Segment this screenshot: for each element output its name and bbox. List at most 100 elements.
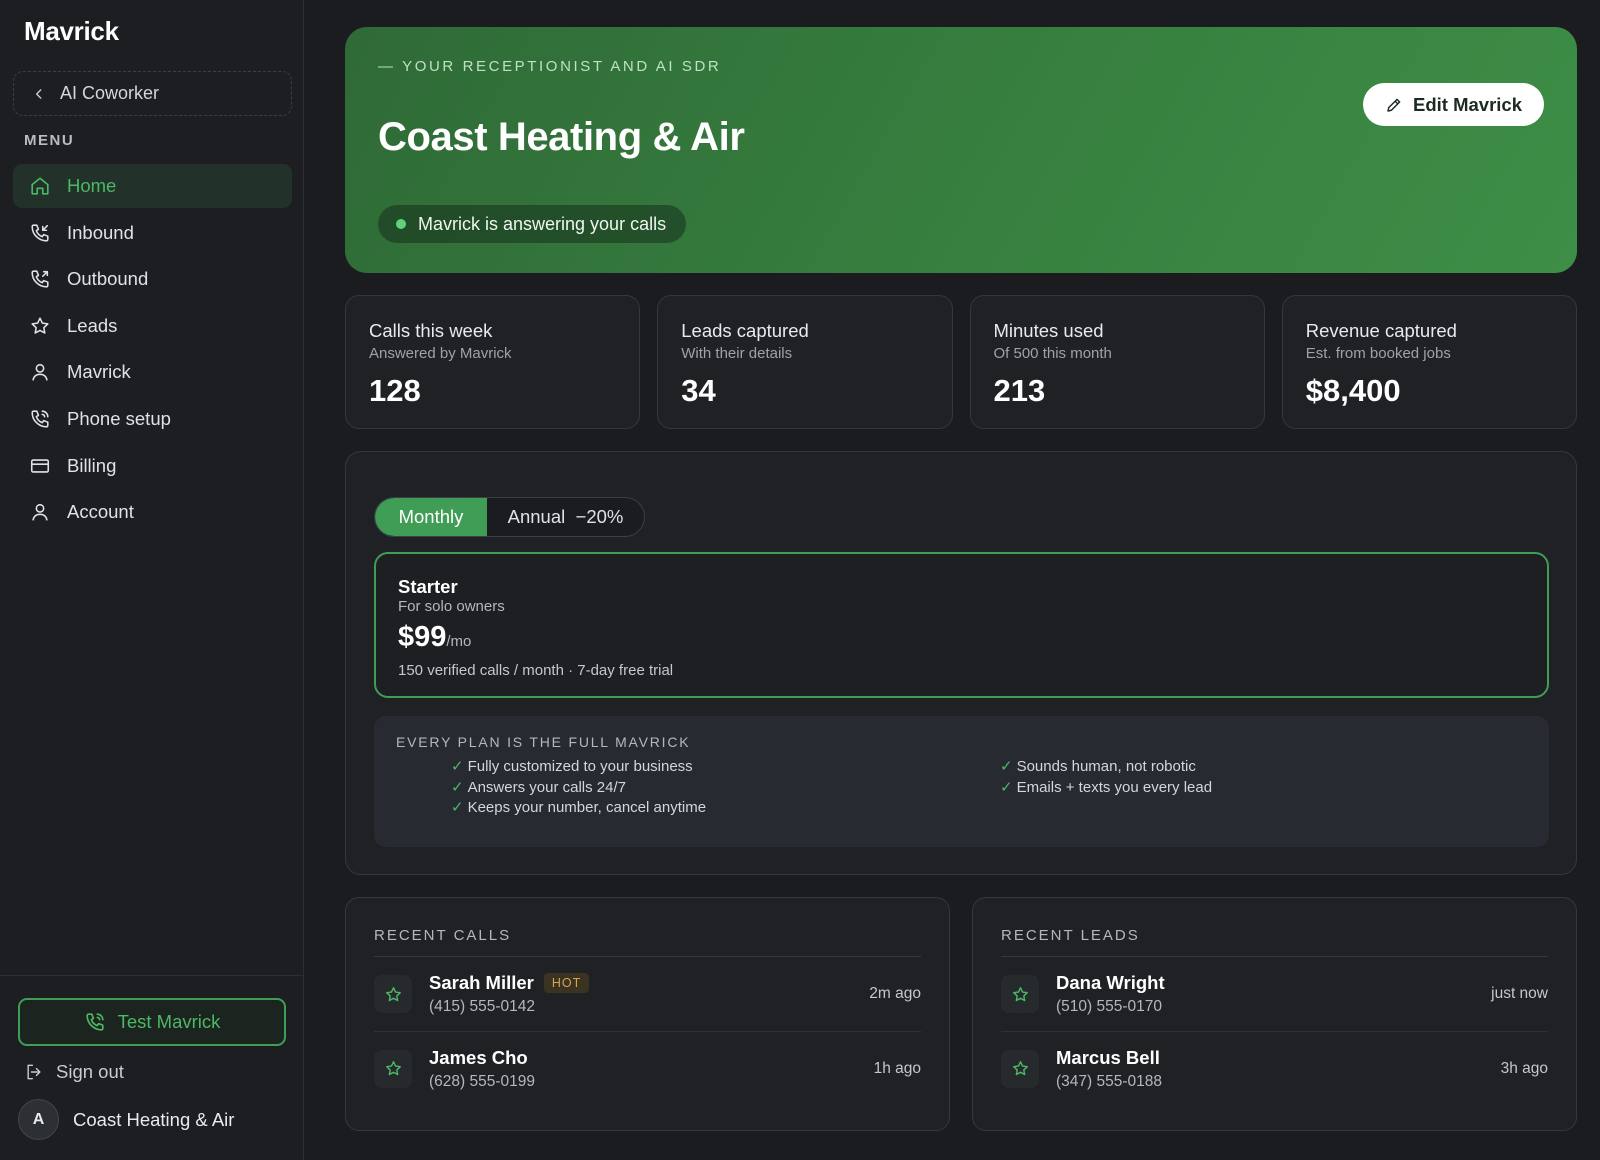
toggle-monthly[interactable]: Monthly xyxy=(375,498,487,536)
contact-phone: (415) 555-0142 xyxy=(429,998,535,1015)
stat-value: 213 xyxy=(993,373,1046,408)
star-icon xyxy=(1001,975,1039,1013)
stat-title: Minutes used xyxy=(993,320,1104,341)
stat-card-revenue: Revenue captured Est. from booked jobs $… xyxy=(1281,295,1577,429)
plan-name: Starter xyxy=(398,576,458,597)
sidebar-item-label: Inbound xyxy=(67,221,134,243)
phone-icon xyxy=(85,1013,104,1031)
test-mavrick-label: Test Mavrick xyxy=(117,1011,221,1032)
stat-card-leads: Leads captured With their details 34 xyxy=(657,295,953,429)
home-icon xyxy=(31,177,49,195)
stat-value: 128 xyxy=(369,373,421,408)
timestamp: 2m ago xyxy=(869,985,921,1002)
check-icon: ✓ xyxy=(451,758,464,775)
star-icon xyxy=(1001,1049,1039,1088)
sidebar-nav: Home Inbound Outbound Leads Mavrick Phon… xyxy=(13,164,292,537)
panel-title: RECENT CALLS xyxy=(374,927,512,944)
sign-out-label: Sign out xyxy=(56,1061,124,1082)
contact-name: Dana Wright xyxy=(1056,972,1165,993)
stat-card-calls: Calls this week Answered by Mavrick 128 xyxy=(345,295,641,429)
stat-card-minutes: Minutes used Of 500 this month 213 xyxy=(969,295,1265,429)
sidebar-item-home[interactable]: Home xyxy=(13,164,292,208)
plan-price: $99/mo xyxy=(398,621,471,654)
contact-name: James Cho xyxy=(429,1046,528,1068)
pencil-icon xyxy=(1387,98,1401,112)
avatar: A xyxy=(18,1099,59,1140)
plan-description: For solo owners xyxy=(398,598,505,615)
contact-name: Sarah Miller HOT xyxy=(429,972,869,994)
stats-row: Calls this week Answered by Mavrick 128 … xyxy=(345,295,1577,429)
plan-card-starter[interactable]: Starter For solo owners $99/mo 150 verif… xyxy=(374,552,1549,698)
sidebar-item-outbound[interactable]: Outbound xyxy=(13,257,292,301)
sign-out-link[interactable]: Sign out xyxy=(24,1061,124,1083)
check-icon: ✓ xyxy=(1000,758,1013,775)
sidebar-item-mavrick[interactable]: Mavrick xyxy=(13,350,292,394)
back-label: AI Coworker xyxy=(60,83,160,103)
sidebar-item-phone-setup[interactable]: Phone setup xyxy=(13,397,292,441)
credit-card-icon xyxy=(30,458,50,473)
recent-calls-panel: RECENT CALLS Sarah Miller HOT (415) 555-… xyxy=(345,897,950,1131)
stat-subtitle: Of 500 this month xyxy=(993,345,1112,362)
menu-section-label: MENU xyxy=(24,132,75,149)
features-label: EVERY PLAN IS THE FULL MAVRICK xyxy=(396,734,691,750)
stat-value: $8,400 xyxy=(1305,373,1401,408)
sidebar-item-account[interactable]: Account xyxy=(13,490,292,534)
sidebar-item-label: Mavrick xyxy=(67,361,131,383)
stat-value: 34 xyxy=(681,373,716,408)
phone-incoming-icon xyxy=(31,224,49,242)
panel-title: RECENT LEADS xyxy=(1001,927,1140,944)
edit-mavrick-label: Edit Mavrick xyxy=(1413,93,1522,115)
star-icon xyxy=(374,1049,412,1088)
status-dot-icon xyxy=(396,219,406,229)
sidebar-item-inbound[interactable]: Inbound xyxy=(13,211,292,255)
page-title: Coast Heating & Air xyxy=(378,115,745,159)
table-row[interactable]: Marcus Bell (347) 555-0188 3h ago xyxy=(1001,1031,1548,1105)
star-icon xyxy=(374,975,412,1013)
hero-banner: — YOUR RECEPTIONIST AND AI SDR Coast Hea… xyxy=(345,27,1577,273)
plan-price-period: /mo xyxy=(446,633,472,650)
feature-item: ✓ Sounds human, not robotic xyxy=(1000,758,1196,775)
stat-subtitle: Est. from booked jobs xyxy=(1305,345,1451,362)
edit-mavrick-button[interactable]: Edit Mavrick xyxy=(1363,83,1544,126)
feature-item: ✓ Keeps your number, cancel anytime xyxy=(451,799,707,816)
toggle-annual[interactable]: Annual −20% xyxy=(487,498,644,536)
sidebar-item-label: Account xyxy=(67,501,134,523)
contact-name-text: Sarah Miller xyxy=(429,972,534,993)
hot-badge: HOT xyxy=(543,973,590,993)
timestamp: 3h ago xyxy=(1500,1059,1548,1077)
row-text: Marcus Bell (347) 555-0188 xyxy=(1056,1047,1501,1091)
sidebar-item-leads[interactable]: Leads xyxy=(13,304,292,348)
test-mavrick-button[interactable]: Test Mavrick xyxy=(18,998,286,1046)
sign-out-icon xyxy=(27,1064,41,1080)
row-text: James Cho (628) 555-0199 xyxy=(429,1047,874,1091)
check-icon: ✓ xyxy=(451,778,464,796)
user-icon xyxy=(32,364,48,381)
table-row[interactable]: James Cho (628) 555-0199 1h ago xyxy=(374,1031,921,1105)
phone-outgoing-icon xyxy=(31,270,49,288)
sidebar-item-billing[interactable]: Billing xyxy=(13,444,292,488)
table-row[interactable]: Dana Wright (510) 555-0170 just now xyxy=(1001,957,1548,1031)
chevron-left-icon xyxy=(35,88,42,99)
stat-title: Leads captured xyxy=(681,320,809,341)
check-icon: ✓ xyxy=(1000,778,1013,796)
table-row[interactable]: Sarah Miller HOT (415) 555-0142 2m ago xyxy=(374,957,921,1031)
plan-price-amount: $99 xyxy=(398,621,447,653)
row-text: Dana Wright (510) 555-0170 xyxy=(1056,972,1491,1016)
stat-subtitle: Answered by Mavrick xyxy=(369,345,512,362)
contact-phone: (347) 555-0188 xyxy=(1056,1072,1162,1090)
check-icon: ✓ xyxy=(451,799,464,816)
features-left-list: ✓ Fully customized to your business ✓ Answ… xyxy=(451,757,706,819)
account-name: Coast Heating & Air xyxy=(73,1108,235,1130)
back-to-ai-coworker-button[interactable]: AI Coworker xyxy=(13,71,292,116)
status-badge: Mavrick is answering your calls xyxy=(378,205,687,243)
user-icon xyxy=(32,504,48,521)
stat-title: Calls this week xyxy=(369,320,493,341)
sidebar: Mavrick AI Coworker MENU Home Inbound Ou… xyxy=(0,0,304,1160)
row-text: Sarah Miller HOT (415) 555-0142 xyxy=(429,972,869,1016)
star-icon xyxy=(31,317,49,334)
stat-title: Revenue captured xyxy=(1305,320,1457,341)
account-switcher[interactable]: A Coast Heating & Air xyxy=(18,1099,234,1140)
contact-phone: (628) 555-0199 xyxy=(429,1072,535,1090)
billing-period-toggle: Monthly Annual −20% xyxy=(374,497,645,537)
plan-meta: 150 verified calls / month · 7-day free … xyxy=(398,662,674,679)
